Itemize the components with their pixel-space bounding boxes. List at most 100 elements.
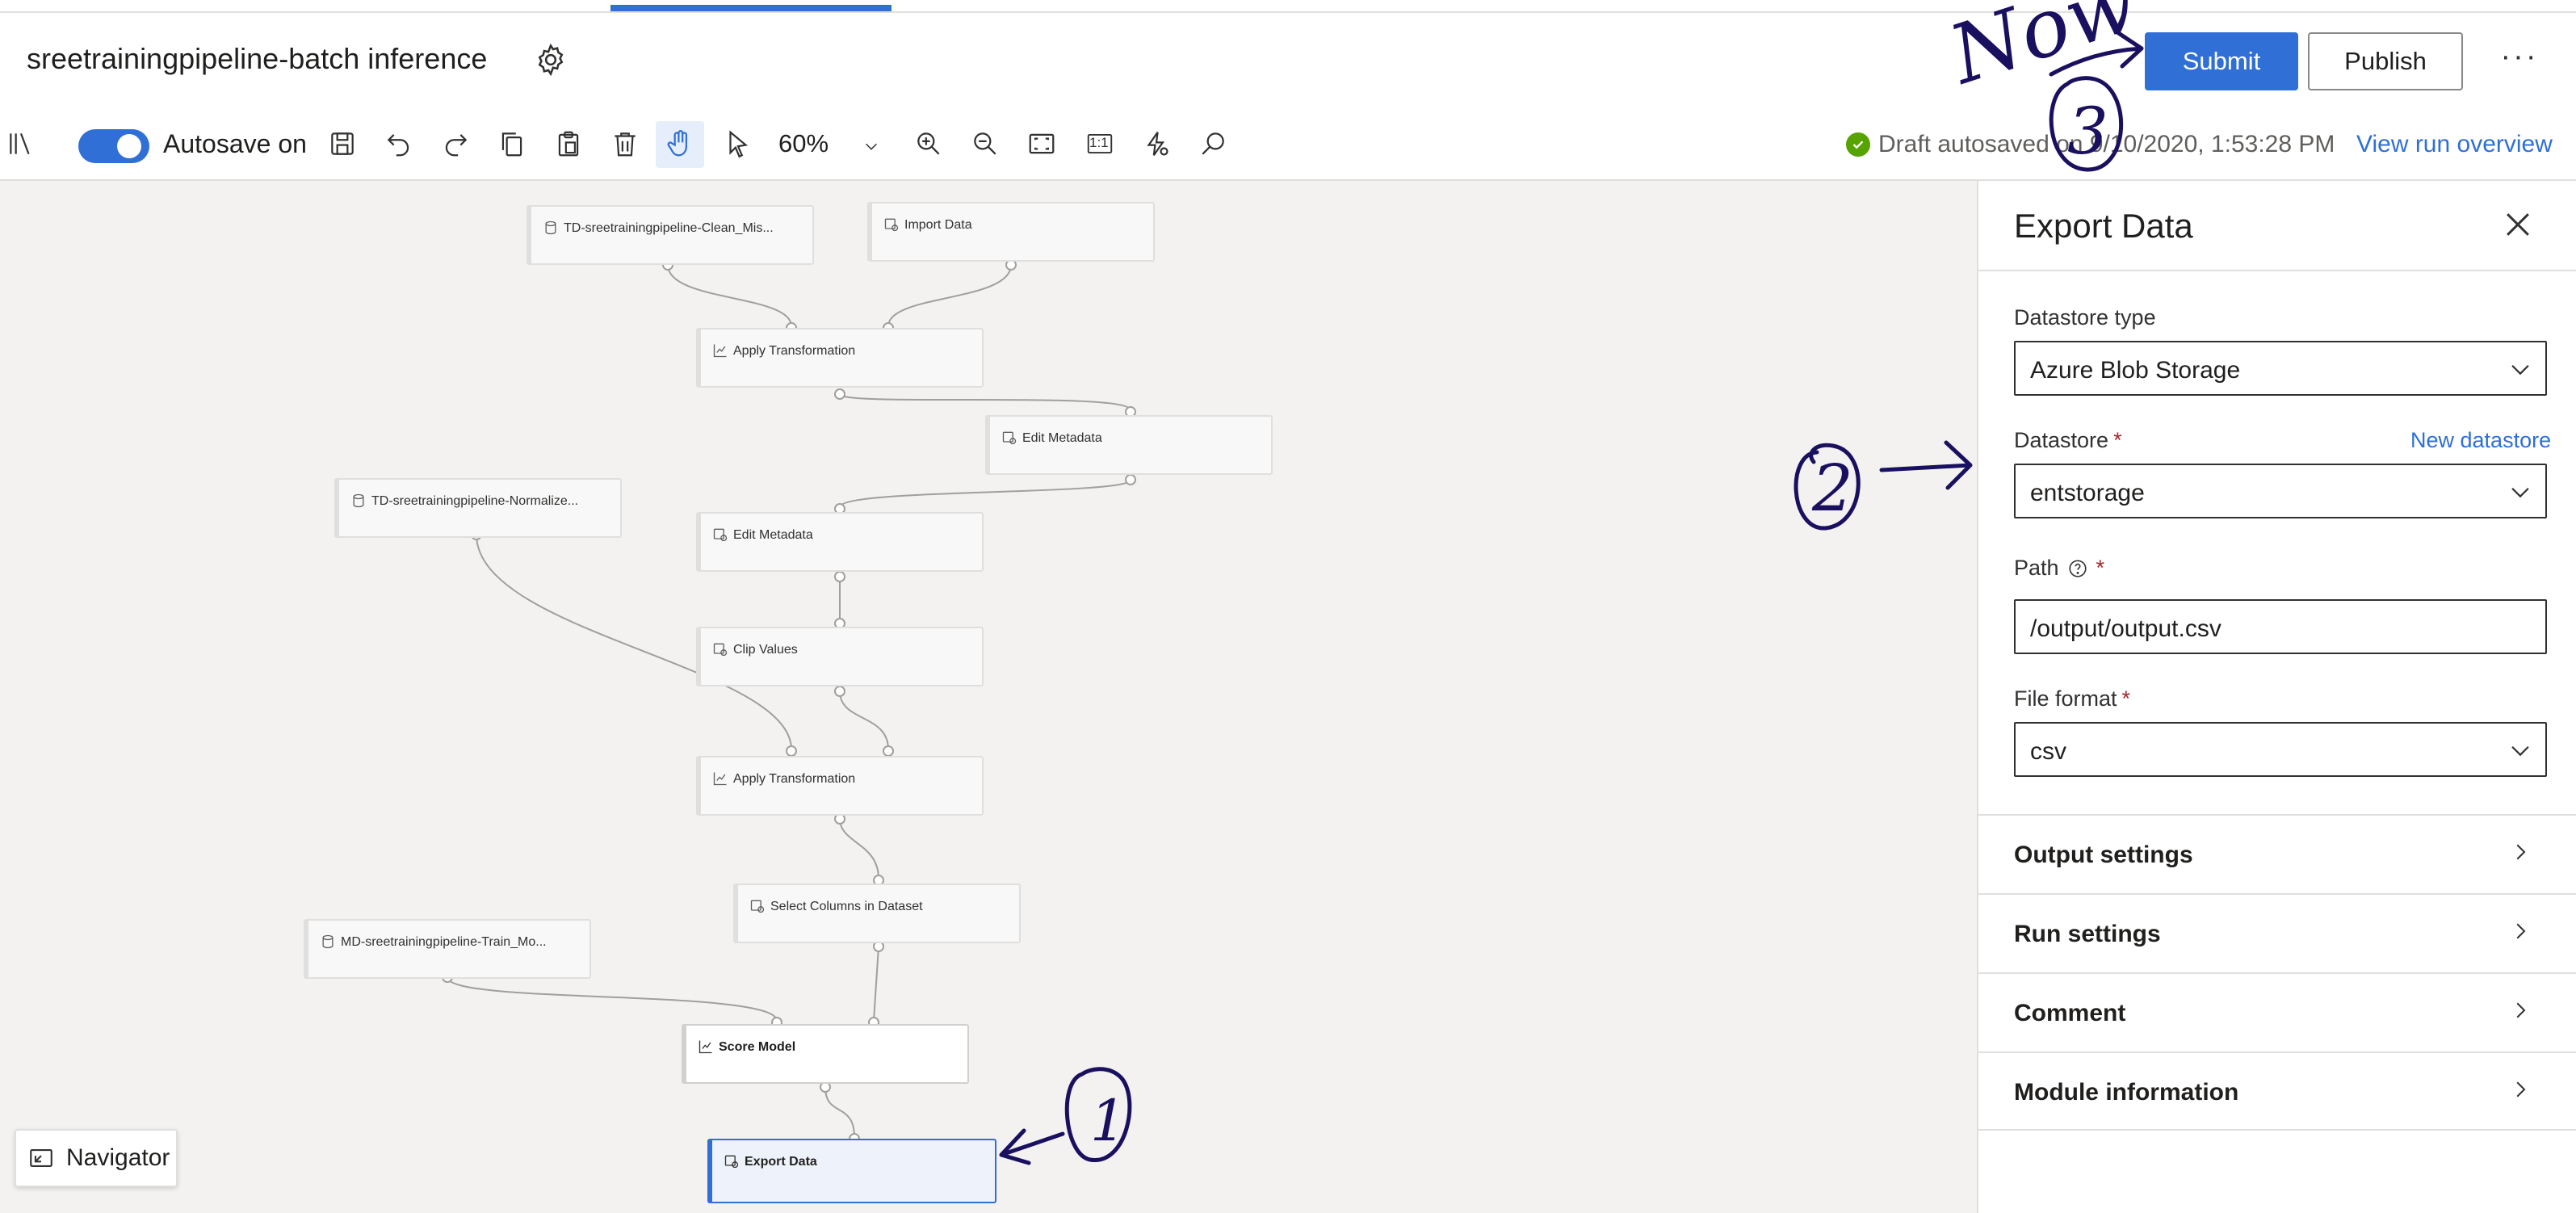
module-icon: [884, 218, 899, 232]
file-format-label-text: File format: [2014, 686, 2117, 711]
comment-section[interactable]: Comment: [1978, 972, 2576, 1051]
module-node[interactable]: MD-sreetrainingpipeline-Train_Mo...: [304, 919, 591, 979]
save-icon[interactable]: [325, 126, 360, 162]
chevron-right-icon: [2516, 1002, 2526, 1018]
module-information-section[interactable]: Module information: [1978, 1051, 2576, 1131]
module-node[interactable]: Clip Values: [696, 627, 984, 686]
section-title: Run settings: [2014, 921, 2161, 947]
module-label: Select Columns in Dataset: [770, 900, 923, 913]
top-tab-strip: [0, 0, 2576, 13]
zoom-select[interactable]: 60%: [778, 129, 883, 163]
file-format-label: File format *: [2014, 686, 2130, 711]
help-icon[interactable]: [2067, 558, 2088, 579]
module-icon: [750, 900, 765, 913]
delete-icon[interactable]: [607, 126, 643, 162]
navigator-button[interactable]: Navigator: [15, 1129, 178, 1187]
module-node[interactable]: Edit Metadata: [696, 512, 984, 572]
datastore-label: Datastore *: [2014, 428, 2122, 453]
autosave-status-text: Draft autosaved on 9/10/2020, 1:53:28 PM: [1878, 131, 2335, 157]
zoom-in-icon[interactable]: [911, 126, 946, 162]
zoom-out-icon[interactable]: [967, 126, 1003, 162]
module-node-selected[interactable]: Export Data: [707, 1139, 996, 1203]
module-node[interactable]: TD-sreetrainingpipeline-Normalize...: [334, 478, 622, 538]
module-icon: [713, 528, 728, 542]
panel-title: Export Data: [2014, 207, 2193, 245]
check-circle-icon: [1846, 132, 1870, 157]
redo-icon[interactable]: [438, 126, 473, 162]
gear-icon[interactable]: [533, 42, 568, 78]
undo-icon[interactable]: [381, 126, 417, 162]
path-input[interactable]: /output/output.csv: [2014, 599, 2547, 654]
actual-size-label: 1:1: [1089, 135, 1109, 150]
module-label: Apply Transformation: [733, 772, 856, 786]
navigator-label: Navigator: [66, 1144, 170, 1171]
navigator-icon: [30, 1149, 52, 1167]
actual-size-icon[interactable]: 1:1: [1082, 126, 1118, 162]
paste-icon[interactable]: [551, 126, 586, 162]
module-label: Edit Metadata: [733, 528, 813, 542]
required-marker: *: [2113, 428, 2122, 452]
datastore-value: entstorage: [2030, 480, 2145, 506]
module-label: Export Data: [745, 1155, 817, 1169]
module-node[interactable]: Import Data: [867, 202, 1155, 262]
autosave-toggle-knob: [117, 134, 141, 158]
path-value: /output/output.csv: [2030, 615, 2221, 642]
library-icon[interactable]: [3, 126, 39, 162]
required-marker: *: [2096, 556, 2105, 580]
run-settings-section[interactable]: Run settings: [1978, 893, 2576, 972]
section-title: Module information: [2014, 1079, 2239, 1106]
dataset-icon: [322, 934, 334, 949]
module-node[interactable]: Score Model: [682, 1024, 969, 1084]
module-label: Import Data: [904, 218, 972, 232]
datastore-label-text: Datastore: [2014, 428, 2109, 452]
chart-icon: [713, 772, 727, 786]
fit-screen-icon[interactable]: [1024, 126, 1059, 162]
more-options-icon[interactable]: ···: [2495, 40, 2544, 81]
submit-button[interactable]: Submit: [2145, 32, 2298, 90]
module-icon: [1002, 431, 1017, 445]
zoom-value: 60%: [778, 129, 829, 157]
autosave-label: Autosave on: [163, 129, 307, 158]
pipeline-title: sreetrainingpipeline-batch inference: [27, 42, 488, 75]
hand-pan-icon[interactable]: [662, 126, 698, 162]
file-format-value: csv: [2030, 738, 2066, 765]
search-icon[interactable]: [1195, 126, 1231, 162]
copy-icon[interactable]: [494, 126, 530, 162]
connections-layer: [442, 259, 1136, 1144]
dataset-icon: [545, 220, 556, 235]
section-divider: [1978, 1129, 2576, 1131]
module-label: Edit Metadata: [1022, 431, 1102, 445]
module-node[interactable]: TD-sreetrainingpipeline-Clean_Mis...: [527, 205, 814, 265]
module-label: Apply Transformation: [733, 344, 856, 358]
module-label: MD-sreetrainingpipeline-Train_Mo...: [341, 935, 547, 949]
module-node[interactable]: Select Columns in Dataset: [733, 884, 1021, 943]
datastore-type-dropdown[interactable]: Azure Blob Storage: [2014, 341, 2547, 396]
close-icon[interactable]: [2500, 207, 2536, 242]
datastore-type-value: Azure Blob Storage: [2030, 357, 2241, 384]
file-format-dropdown[interactable]: csv: [2014, 722, 2547, 777]
section-title: Comment: [2014, 1000, 2126, 1026]
panel-divider: [1978, 270, 2576, 271]
new-datastore-link[interactable]: New datastore: [2410, 428, 2551, 453]
autosave-status: Draft autosaved on 9/10/2020, 1:53:28 PM: [1846, 131, 2335, 158]
datastore-type-label: Datastore type: [2014, 305, 2156, 329]
module-icon: [724, 1155, 739, 1169]
chart-icon: [699, 1040, 712, 1054]
chart-icon: [713, 344, 727, 358]
module-label: TD-sreetrainingpipeline-Clean_Mis...: [564, 221, 774, 235]
view-run-overview-link[interactable]: View run overview: [2356, 131, 2553, 158]
module-node[interactable]: Edit Metadata: [985, 415, 1273, 475]
pointer-select-icon[interactable]: [720, 126, 756, 162]
output-settings-section[interactable]: Output settings: [1978, 814, 2576, 893]
module-icon: [713, 643, 728, 657]
module-label: Score Model: [719, 1040, 796, 1054]
dataset-icon: [353, 493, 364, 508]
auto-layout-icon[interactable]: [1139, 126, 1174, 162]
publish-button[interactable]: Publish: [2308, 32, 2463, 90]
datastore-dropdown[interactable]: entstorage: [2014, 464, 2547, 518]
active-tab-indicator: [610, 5, 892, 11]
module-node[interactable]: Apply Transformation: [696, 328, 984, 388]
chevron-down-icon: [2511, 487, 2529, 498]
module-node[interactable]: Apply Transformation: [696, 756, 984, 816]
path-label-text: Path: [2014, 556, 2059, 580]
